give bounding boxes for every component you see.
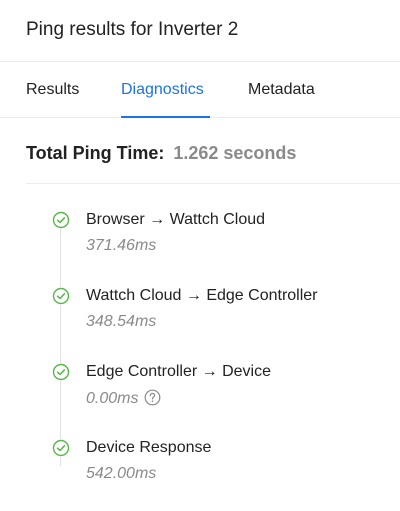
total-ping-time-label: Total Ping Time: [26, 143, 165, 163]
panel-title: Ping results for Inverter 2 [26, 19, 239, 40]
total-ping-time: Total Ping Time: 1.262 seconds [26, 143, 296, 164]
step-duration: 542.00ms [86, 465, 157, 482]
step-duration: 348.54ms [86, 313, 157, 330]
step-duration: 0.00ms [86, 390, 139, 407]
step-duration: 371.46ms [86, 237, 157, 254]
ping-results-panel: Ping results for Inverter 2 Results Diag… [0, 0, 400, 511]
check-circle-icon [52, 363, 70, 381]
check-circle-icon [52, 439, 70, 457]
timeline-step-browser-cloud: Browser → Wattch Cloud 371.46ms [0, 211, 400, 271]
divider [26, 183, 400, 184]
total-ping-time-value: 1.262 seconds [173, 143, 297, 163]
tab-diagnostics[interactable]: Diagnostics [121, 81, 204, 99]
step-title: Device Response [86, 439, 212, 456]
panel-header: Ping results for Inverter 2 [0, 0, 400, 62]
step-duration-row: 0.00ms [86, 389, 161, 408]
step-title: Wattch Cloud → Edge Controller [86, 287, 318, 304]
step-title: Edge Controller → Device [86, 363, 271, 380]
tab-bar: Results Diagnostics Metadata [0, 62, 400, 118]
timeline-step-device-response: Device Response 542.00ms [0, 439, 400, 499]
tab-results[interactable]: Results [26, 81, 79, 99]
active-tab-indicator [121, 116, 210, 118]
check-circle-icon [52, 211, 70, 229]
timeline-step-edge-device: Edge Controller → Device 0.00ms [0, 363, 400, 423]
step-title: Browser → Wattch Cloud [86, 211, 266, 228]
tab-metadata[interactable]: Metadata [248, 81, 315, 99]
check-circle-icon [52, 287, 70, 305]
question-circle-icon[interactable] [144, 389, 161, 406]
timeline-step-cloud-edge: Wattch Cloud → Edge Controller 348.54ms [0, 287, 400, 347]
